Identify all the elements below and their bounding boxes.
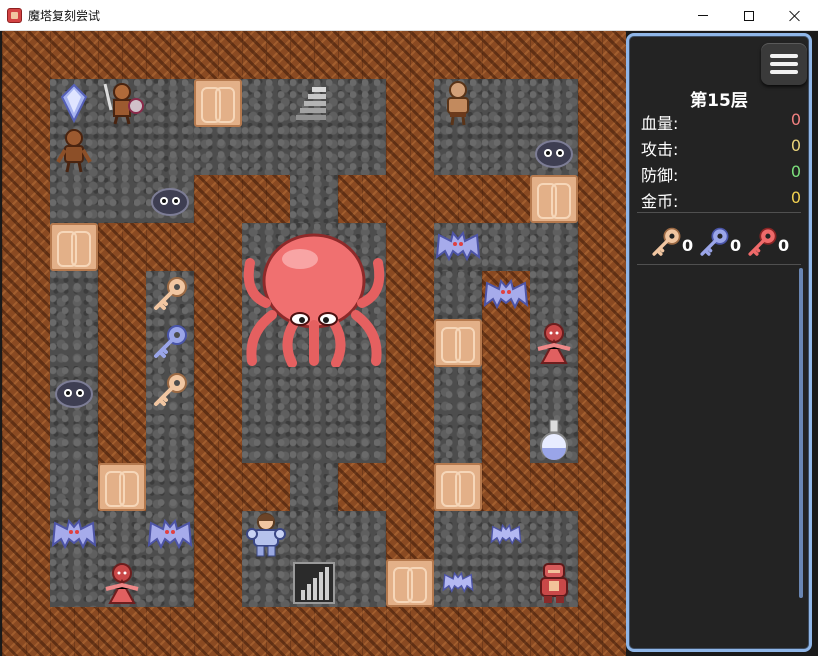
divider [637,264,801,265]
defense-label: 防御: [641,166,679,185]
barbarian-icon[interactable] [434,79,482,127]
defense-value: 0 [790,162,801,181]
close-button[interactable] [772,0,818,31]
window-titlebar: 魔塔复刻尝试 [0,0,818,31]
menu-bar [770,70,798,74]
defense-row: 防御: 0 [641,162,801,185]
gold-value: 0 [790,188,801,207]
attack-label: 攻击: [641,140,679,159]
floor-tile [434,271,482,463]
yellow-door[interactable] [386,559,434,607]
red-priest-icon[interactable] [98,559,146,607]
small-bat-icon[interactable] [482,511,530,559]
yellow-key-icon[interactable] [146,271,194,319]
octopus-boss-icon[interactable] [242,223,386,367]
blue-key-count: 0 [730,236,742,255]
black-slime-icon[interactable] [50,367,98,415]
hp-label: 血量: [641,114,679,133]
divider [637,212,801,213]
blue-gem-icon[interactable] [50,79,98,127]
downstairs-icon[interactable] [290,559,338,607]
red-knight-icon[interactable] [530,559,578,607]
bat-icon[interactable] [482,271,530,319]
bat-icon[interactable] [434,223,482,271]
close-icon [789,10,801,22]
floor-tile [290,463,338,511]
brown-zombie-icon[interactable] [50,127,98,175]
black-slime-icon[interactable] [530,127,578,175]
status-sidebar: 第15层 血量: 0 攻击: 0 防御: 0 金币: 0 0 0 0 [626,33,812,652]
blue-key-icon[interactable] [146,319,194,367]
yellow-key-icon [652,227,681,256]
blue-potion-icon[interactable] [530,415,578,463]
maximize-icon [744,10,754,21]
gift-box-icon [7,8,22,23]
window-title: 魔塔复刻尝试 [28,9,101,23]
red-priest-icon[interactable] [530,319,578,367]
menu-bar [770,54,798,58]
hero-icon[interactable] [242,511,290,559]
gold-row: 金币: 0 [641,188,801,211]
attack-row: 攻击: 0 [641,136,801,159]
bat-icon[interactable] [50,511,98,559]
yellow-key-count: 0 [682,236,694,255]
black-slime-icon[interactable] [146,175,194,223]
floor-tile [290,175,338,223]
yellow-door[interactable] [530,175,578,223]
yellow-door[interactable] [434,319,482,367]
red-key-slot: 0 [745,226,797,260]
small-bat-icon[interactable] [434,559,482,607]
minimize-button[interactable] [680,0,726,31]
minimize-icon [698,15,708,16]
upstairs-icon[interactable] [290,79,338,127]
yellow-key-icon[interactable] [146,367,194,415]
yellow-door[interactable] [50,223,98,271]
red-key-count: 0 [778,236,790,255]
blue-key-icon [700,227,729,256]
yellow-door[interactable] [434,463,482,511]
attack-value: 0 [790,136,801,155]
yellow-door[interactable] [98,463,146,511]
hp-row: 血量: 0 [641,110,801,133]
maximize-button[interactable] [726,0,772,31]
red-key-icon [748,227,777,256]
menu-bar [770,62,798,66]
game-board[interactable] [2,31,626,656]
bat-icon[interactable] [146,511,194,559]
blue-key-slot: 0 [697,226,749,260]
yellow-key-slot: 0 [649,226,701,260]
skeleton-warrior-icon[interactable] [98,79,146,127]
hamburger-menu-icon[interactable] [761,43,807,85]
yellow-door[interactable] [194,79,242,127]
scrollbar[interactable] [799,268,803,598]
floor-number: 第15层 [690,91,748,111]
hp-value: 0 [790,110,801,129]
gold-label: 金币: [641,192,679,211]
